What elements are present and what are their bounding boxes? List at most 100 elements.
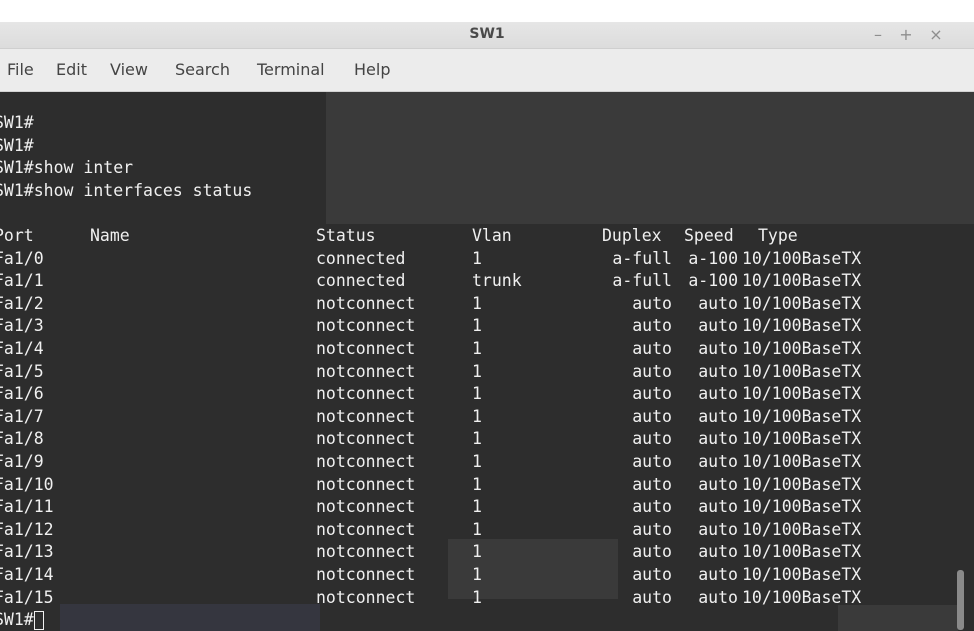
cell: trunk	[472, 271, 522, 291]
cell: Fa1/13	[0, 542, 54, 562]
scrollbar[interactable]	[957, 570, 964, 630]
cell: auto	[698, 384, 738, 404]
table-row: Fa1/15notconnect1autoauto10/100BaseTX	[0, 587, 974, 610]
table-row: Fa1/12notconnect1autoauto10/100BaseTX	[0, 519, 974, 542]
table-row: Fa1/5notconnect1autoauto10/100BaseTX	[0, 361, 974, 384]
menu-file[interactable]: File	[7, 60, 34, 79]
table-row: Fa1/9notconnect1autoauto10/100BaseTX	[0, 451, 974, 474]
cell: 1	[472, 497, 482, 517]
cell: 10/100BaseTX	[742, 339, 862, 358]
menu-terminal[interactable]: Terminal	[257, 60, 325, 79]
cell: Fa1/12	[0, 519, 54, 539]
cell: 10/100BaseTX	[742, 316, 862, 336]
menu-help[interactable]: Help	[354, 60, 390, 79]
cell: 10/100BaseTX	[742, 474, 862, 494]
prompt-line: SW1#show interfaces status	[0, 180, 253, 200]
cell: auto	[632, 316, 672, 336]
cell: 10/100BaseTX	[742, 542, 862, 562]
menu-edit[interactable]: Edit	[56, 60, 87, 79]
cell: Fa1/3	[0, 316, 44, 336]
cell: auto	[632, 587, 672, 607]
cell: 1	[472, 542, 482, 562]
cell: notconnect	[316, 452, 416, 471]
table-row: Fa1/14notconnect1autoauto10/100BaseTX	[0, 564, 974, 587]
cell: 1	[472, 248, 482, 268]
column-header: Type	[758, 226, 798, 245]
column-header: Name	[90, 226, 130, 245]
cell: auto	[632, 452, 672, 471]
cell: auto	[698, 406, 738, 426]
cell: notconnect	[316, 293, 416, 313]
cell: notconnect	[316, 565, 416, 584]
cell: auto	[632, 565, 672, 584]
table-row: Fa1/11notconnect1autoauto10/100BaseTX	[0, 496, 974, 519]
cell: auto	[632, 293, 672, 313]
column-header: Status	[316, 226, 376, 245]
cell: notconnect	[316, 316, 416, 336]
cell: a-full	[612, 271, 672, 291]
final-prompt: SW1#	[0, 610, 34, 630]
cell: Fa1/5	[0, 361, 44, 381]
cell: 10/100BaseTX	[742, 497, 862, 517]
prompt-line: SW1#	[0, 113, 34, 132]
terminal-output[interactable]: SW1# SW1# SW1#show interSW1#show interface…	[0, 92, 974, 631]
cell: 10/100BaseTX	[742, 406, 862, 426]
cell: auto	[632, 339, 672, 358]
maximize-icon[interactable]: +	[896, 25, 916, 45]
cell: notconnect	[316, 429, 416, 449]
table-row: Fa1/8notconnect1autoauto10/100BaseTX	[0, 428, 974, 451]
cell: 1	[472, 406, 482, 426]
cell: 1	[472, 565, 482, 584]
table-row: Fa1/6notconnect1autoauto10/100BaseTX	[0, 383, 974, 406]
table-row: Fa1/3notconnect1autoauto10/100BaseTX	[0, 315, 974, 338]
cell: 10/100BaseTX	[742, 384, 862, 404]
cell: auto	[632, 406, 672, 426]
cell: a-full	[612, 248, 672, 268]
cell: 10/100BaseTX	[742, 519, 862, 539]
cell: auto	[698, 361, 738, 381]
cell: auto	[698, 565, 738, 584]
table-row: Fa1/2notconnect1autoauto10/100BaseTX	[0, 293, 974, 316]
cell: 1	[472, 519, 482, 539]
cell: 10/100BaseTX	[742, 587, 862, 607]
cell: notconnect	[316, 339, 416, 358]
cell: 10/100BaseTX	[742, 452, 862, 471]
cell: a-100	[688, 248, 738, 268]
column-header: Duplex	[602, 226, 662, 245]
cell: connected	[316, 248, 406, 268]
cell: 1	[472, 293, 482, 313]
minimize-icon[interactable]: –	[868, 25, 888, 45]
cell: notconnect	[316, 474, 416, 494]
cell: notconnect	[316, 587, 416, 607]
menu-view[interactable]: View	[110, 60, 148, 79]
cell: 10/100BaseTX	[742, 271, 862, 291]
close-icon[interactable]: ×	[926, 25, 946, 45]
menu-search[interactable]: Search	[175, 60, 230, 79]
cell: auto	[698, 519, 738, 539]
cell: auto	[698, 474, 738, 494]
cell: 10/100BaseTX	[742, 248, 862, 268]
cell: 1	[472, 384, 482, 404]
table-row: Fa1/1 connected trunk a-full a-10010/100Base…	[0, 270, 974, 293]
title-bar[interactable]: SW1 – + ×	[0, 22, 974, 49]
cell: connected	[316, 271, 406, 291]
cell: auto	[632, 474, 672, 494]
table-row: Fa1/4notconnect1autoauto10/100BaseTX	[0, 338, 974, 361]
cell: 1	[472, 316, 482, 336]
cell: Fa1/2	[0, 293, 44, 313]
window-title: SW1	[469, 26, 505, 42]
cell: Fa1/14	[0, 565, 54, 584]
cell: notconnect	[316, 497, 416, 517]
cell: auto	[632, 429, 672, 449]
cell: Fa1/10	[0, 474, 54, 494]
cell: 1	[472, 452, 482, 471]
cell: auto	[632, 542, 672, 562]
cell: Fa1/1	[0, 271, 44, 291]
cell: notconnect	[316, 542, 416, 562]
cell: auto	[698, 339, 738, 358]
cell: auto	[698, 293, 738, 313]
cell: notconnect	[316, 519, 416, 539]
cell: auto	[698, 497, 738, 517]
text-cursor	[34, 611, 44, 631]
cell: auto	[632, 361, 672, 381]
